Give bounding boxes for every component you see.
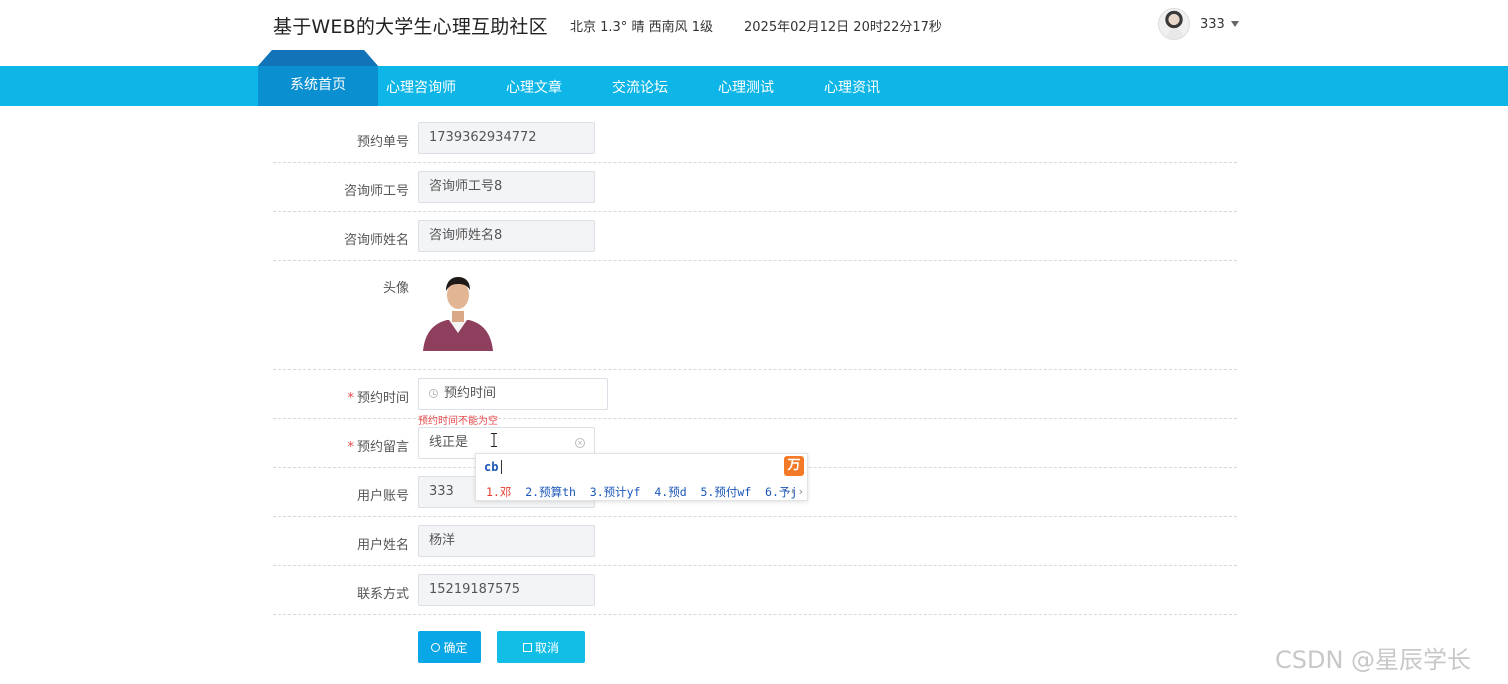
order-no-label: 预约单号: [356, 135, 409, 150]
form-row-contact: 联系方式 15219187575: [273, 566, 1237, 615]
counselor-name-field: 咨询师姓名8: [418, 220, 595, 252]
nav-item-articles[interactable]: 心理文章: [506, 77, 562, 97]
ime-caret: [501, 460, 502, 474]
counselor-id-field: 咨询师工号8: [418, 171, 595, 203]
nav-item-home[interactable]: 系统首页: [258, 50, 378, 106]
avatar-label: 头像: [382, 281, 409, 296]
required-mark: *: [347, 440, 354, 455]
cancel-button-label: 取消: [534, 640, 559, 655]
ime-candidate[interactable]: 2.预算th: [525, 485, 576, 499]
ime-candidate-popup: cb 万 1.邓 2.预算th 3.预计yf 4.预d 5.预付wf 6.予j …: [475, 453, 808, 501]
ime-candidate[interactable]: 1.邓: [486, 485, 511, 499]
required-mark: *: [347, 391, 354, 406]
contact-field: 15219187575: [418, 574, 595, 606]
cancel-button[interactable]: 取消: [497, 631, 585, 663]
form-row-avatar: 头像: [273, 261, 1237, 370]
avatar: [1158, 8, 1190, 40]
nav-item-test[interactable]: 心理测试: [718, 77, 774, 97]
confirm-button-label: 确定: [443, 640, 468, 655]
user-name-field: 杨洋: [418, 525, 595, 557]
appointment-time-placeholder: 预约时间: [444, 386, 497, 401]
contact-label: 联系方式: [356, 587, 409, 602]
nav-item-forum[interactable]: 交流论坛: [612, 77, 668, 97]
check-circle-icon: [431, 642, 441, 652]
ime-candidate[interactable]: 3.预计yf: [590, 485, 641, 499]
counselor-photo: [421, 275, 495, 351]
close-square-icon: [522, 642, 532, 652]
message-label-text: 预约留言: [356, 440, 409, 455]
main-nav: 系统首页 心理咨询师 心理文章 交流论坛 心理测试 心理资讯: [0, 50, 1508, 106]
text-cursor-icon: [491, 433, 497, 447]
appointment-time-input[interactable]: 预约时间: [418, 378, 608, 410]
form-row-user-name: 用户姓名 杨洋: [273, 517, 1237, 566]
form-row-counselor-id: 咨询师工号 咨询师工号8: [273, 163, 1237, 212]
header: 基于WEB的大学生心理互助社区 北京 1.3° 晴 西南风 1级 2025年02…: [0, 0, 1508, 66]
ime-logo-icon[interactable]: 万: [784, 456, 804, 476]
appointment-form: 预约单号 1739362934772 咨询师工号 咨询师工号8 咨询师姓名 咨询…: [273, 114, 1237, 615]
counselor-id-label: 咨询师工号: [343, 184, 409, 199]
ime-input-code: cb: [484, 460, 499, 474]
clock-icon: [429, 389, 438, 398]
user-name: 333: [1200, 16, 1225, 32]
user-name-label: 用户姓名: [356, 538, 409, 553]
ime-candidate[interactable]: 5.预付wf: [700, 485, 751, 499]
user-account-label: 用户账号: [356, 489, 409, 504]
counselor-name-label: 咨询师姓名: [343, 233, 409, 248]
confirm-button[interactable]: 确定: [418, 631, 481, 663]
order-no-field: 1739362934772: [418, 122, 595, 154]
clear-icon[interactable]: ×: [575, 438, 585, 448]
form-row-order-no: 预约单号 1739362934772: [273, 114, 1237, 163]
form-row-appointment-time: * 预约时间 预约时间 预约时间不能为空: [273, 370, 1237, 427]
ime-page-arrows-icon[interactable]: ‹ ›: [791, 485, 803, 498]
nav-item-label: 系统首页: [290, 77, 346, 93]
watermark: CSDN @星辰学长: [1275, 646, 1472, 674]
nav-item-news[interactable]: 心理资讯: [824, 77, 880, 97]
form-row-counselor-name: 咨询师姓名 咨询师姓名8: [273, 212, 1237, 261]
user-menu[interactable]: 333: [1158, 8, 1239, 40]
weather-info: 北京 1.3° 晴 西南风 1级: [570, 20, 713, 35]
ime-candidates: 1.邓 2.预算th 3.预计yf 4.预d 5.预付wf 6.予j: [486, 484, 797, 500]
appointment-time-label: * 预约时间: [347, 387, 409, 406]
chevron-down-icon: [1230, 21, 1239, 27]
message-label: * 预约留言: [347, 436, 409, 455]
datetime: 2025年02月12日 20时22分17秒: [744, 20, 942, 35]
nav-item-counselor[interactable]: 心理咨询师: [386, 77, 456, 97]
message-input-value: 线正是: [429, 435, 469, 450]
appointment-time-label-text: 预约时间: [356, 391, 409, 406]
ime-candidate[interactable]: 4.预d: [654, 485, 686, 499]
site-title: 基于WEB的大学生心理互助社区: [273, 16, 548, 38]
